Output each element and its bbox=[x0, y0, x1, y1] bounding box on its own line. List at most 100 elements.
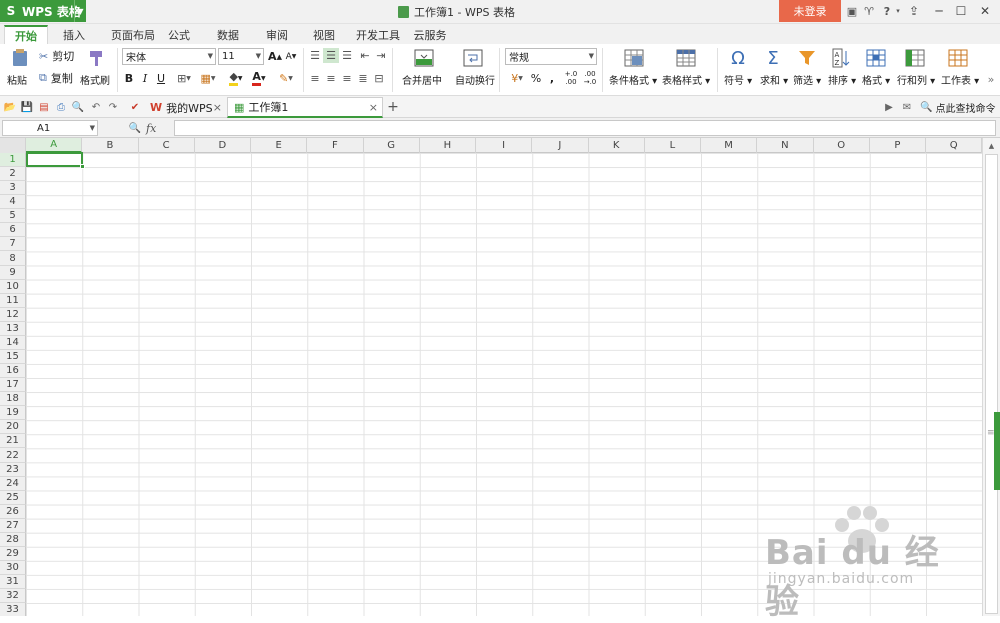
column-header-q[interactable]: Q bbox=[926, 138, 982, 153]
redo-icon[interactable]: ↷ bbox=[106, 100, 120, 114]
scroll-thumb[interactable] bbox=[985, 154, 998, 614]
align-bottom-icon[interactable]: ☰ bbox=[340, 48, 354, 63]
merge-center-icon[interactable] bbox=[412, 47, 436, 69]
tab-developer[interactable]: 开发工具 bbox=[352, 25, 404, 44]
column-header-k[interactable]: K bbox=[589, 138, 645, 153]
vertical-scrollbar[interactable]: ▲ ≡ bbox=[982, 138, 1000, 616]
row-header-28[interactable]: 28 bbox=[0, 532, 26, 547]
export-pdf-icon[interactable]: ▤ bbox=[37, 100, 51, 114]
row-header-12[interactable]: 12 bbox=[0, 307, 26, 322]
row-header-33[interactable]: 33 bbox=[0, 603, 26, 616]
bold-button[interactable]: B bbox=[122, 70, 136, 86]
column-header-o[interactable]: O bbox=[814, 138, 870, 153]
column-header-p[interactable]: P bbox=[870, 138, 926, 153]
row-header-24[interactable]: 24 bbox=[0, 476, 26, 491]
format-icon[interactable] bbox=[864, 47, 888, 69]
paste-icon[interactable] bbox=[8, 47, 32, 69]
tab-insert[interactable]: 插入 bbox=[56, 25, 92, 44]
wrap-text-button[interactable]: 自动换行 bbox=[455, 72, 495, 87]
table-style-icon[interactable] bbox=[674, 47, 698, 69]
shirt-icon[interactable]: ♈ bbox=[862, 4, 876, 18]
tab-cloud[interactable]: 云服务 bbox=[407, 25, 453, 44]
column-header-n[interactable]: N bbox=[757, 138, 814, 153]
cut-button[interactable]: ✂ 剪切 bbox=[39, 48, 74, 64]
skin-icon[interactable]: ▣ bbox=[845, 4, 859, 18]
chevron-down-icon[interactable]: ▼ bbox=[74, 0, 86, 22]
name-box[interactable]: A1 ▼ bbox=[2, 120, 98, 136]
percent-button[interactable]: % bbox=[530, 70, 542, 86]
merge-border-icon[interactable]: ▦ ▼ bbox=[198, 70, 218, 86]
column-header-b[interactable]: B bbox=[82, 138, 139, 153]
row-header-11[interactable]: 11 bbox=[0, 293, 26, 308]
row-header-31[interactable]: 31 bbox=[0, 575, 26, 590]
row-header-5[interactable]: 5 bbox=[0, 209, 26, 224]
align-center-icon[interactable]: ≡ bbox=[324, 70, 338, 86]
align-middle-icon[interactable]: ☰ bbox=[323, 48, 339, 63]
close-icon[interactable]: × bbox=[213, 101, 222, 114]
row-header-26[interactable]: 26 bbox=[0, 504, 26, 519]
row-header-1[interactable]: 1 bbox=[0, 153, 26, 168]
justify-icon[interactable]: ≣ bbox=[356, 70, 370, 86]
symbol-button[interactable]: 符号 ▾ bbox=[724, 72, 752, 87]
table-style-button[interactable]: 表格样式 ▾ bbox=[662, 72, 710, 87]
merge-center-button[interactable]: 合并居中 bbox=[402, 72, 442, 87]
side-panel-tab[interactable] bbox=[994, 412, 1000, 490]
tab-formula[interactable]: 公式 bbox=[163, 25, 195, 44]
conditional-format-icon[interactable] bbox=[622, 47, 646, 69]
open-folder-icon[interactable]: 📂 bbox=[3, 100, 17, 114]
undo-icon[interactable]: ↶ bbox=[89, 100, 103, 114]
print-preview-icon[interactable]: 🔍 bbox=[71, 100, 85, 114]
zoom-icon[interactable]: 🔍 bbox=[128, 121, 142, 135]
sigma-icon[interactable]: Σ bbox=[761, 47, 785, 69]
row-header-22[interactable]: 22 bbox=[0, 448, 26, 463]
new-tab-icon[interactable]: + bbox=[386, 99, 400, 115]
feedback-icon[interactable]: ✉ bbox=[900, 100, 914, 114]
filter-icon[interactable] bbox=[795, 47, 819, 69]
worksheet-icon[interactable] bbox=[946, 47, 970, 69]
clear-format-icon[interactable]: ✎ ▼ bbox=[276, 70, 296, 86]
align-top-icon[interactable]: ☰ bbox=[308, 48, 322, 63]
search-command[interactable]: 🔍 点此查找命令 bbox=[920, 99, 995, 115]
row-header-16[interactable]: 16 bbox=[0, 364, 26, 379]
row-header-20[interactable]: 20 bbox=[0, 420, 26, 435]
row-header-21[interactable]: 21 bbox=[0, 434, 26, 449]
row-header-17[interactable]: 17 bbox=[0, 378, 26, 393]
close-icon[interactable]: × bbox=[369, 101, 378, 114]
comma-button[interactable]: , bbox=[547, 70, 557, 86]
indent-decrease-icon[interactable]: ⇤ bbox=[358, 48, 372, 63]
wrap-text-icon[interactable] bbox=[461, 47, 485, 69]
column-header-h[interactable]: H bbox=[420, 138, 476, 153]
tab-data[interactable]: 数据 bbox=[210, 25, 246, 44]
column-header-d[interactable]: D bbox=[195, 138, 251, 153]
underline-button[interactable]: U bbox=[154, 70, 168, 86]
login-button[interactable]: 未登录 bbox=[779, 0, 841, 22]
font-size-select[interactable]: 11 ▼ bbox=[218, 48, 264, 65]
pin-icon[interactable]: ✔ bbox=[128, 100, 142, 114]
sort-button[interactable]: 排序 ▾ bbox=[828, 72, 856, 87]
font-color-icon[interactable]: A ▼ bbox=[249, 70, 269, 86]
tab-page-layout[interactable]: 页面布局 bbox=[102, 25, 164, 44]
omega-icon[interactable]: Ω bbox=[726, 47, 750, 69]
row-header-15[interactable]: 15 bbox=[0, 349, 26, 365]
column-header-a[interactable]: A bbox=[26, 138, 83, 153]
paste-button[interactable]: 粘贴 bbox=[7, 72, 27, 87]
fx-icon[interactable]: fx bbox=[146, 120, 156, 136]
print-icon[interactable]: ⎙ bbox=[54, 100, 68, 114]
column-header-e[interactable]: E bbox=[251, 138, 308, 153]
row-header-27[interactable]: 27 bbox=[0, 518, 26, 533]
row-header-19[interactable]: 19 bbox=[0, 406, 26, 421]
font-shrink-icon[interactable]: A ▼ bbox=[284, 48, 298, 65]
tab-review[interactable]: 审阅 bbox=[259, 25, 295, 44]
column-header-l[interactable]: L bbox=[645, 138, 701, 153]
conditional-format-button[interactable]: 条件格式 ▾ bbox=[609, 72, 657, 87]
row-header-30[interactable]: 30 bbox=[0, 561, 26, 576]
decrease-decimal-button[interactable]: .00 →.0 bbox=[582, 68, 598, 88]
tab-home[interactable]: 开始 bbox=[4, 25, 48, 44]
selected-cell[interactable] bbox=[26, 152, 83, 167]
align-right-icon[interactable]: ≡ bbox=[340, 70, 354, 86]
format-painter-icon[interactable] bbox=[84, 47, 108, 69]
row-header-18[interactable]: 18 bbox=[0, 392, 26, 407]
format-button[interactable]: 格式 ▾ bbox=[862, 72, 890, 87]
column-header-j[interactable]: J bbox=[532, 138, 589, 153]
align-left-icon[interactable]: ≡ bbox=[308, 70, 322, 86]
